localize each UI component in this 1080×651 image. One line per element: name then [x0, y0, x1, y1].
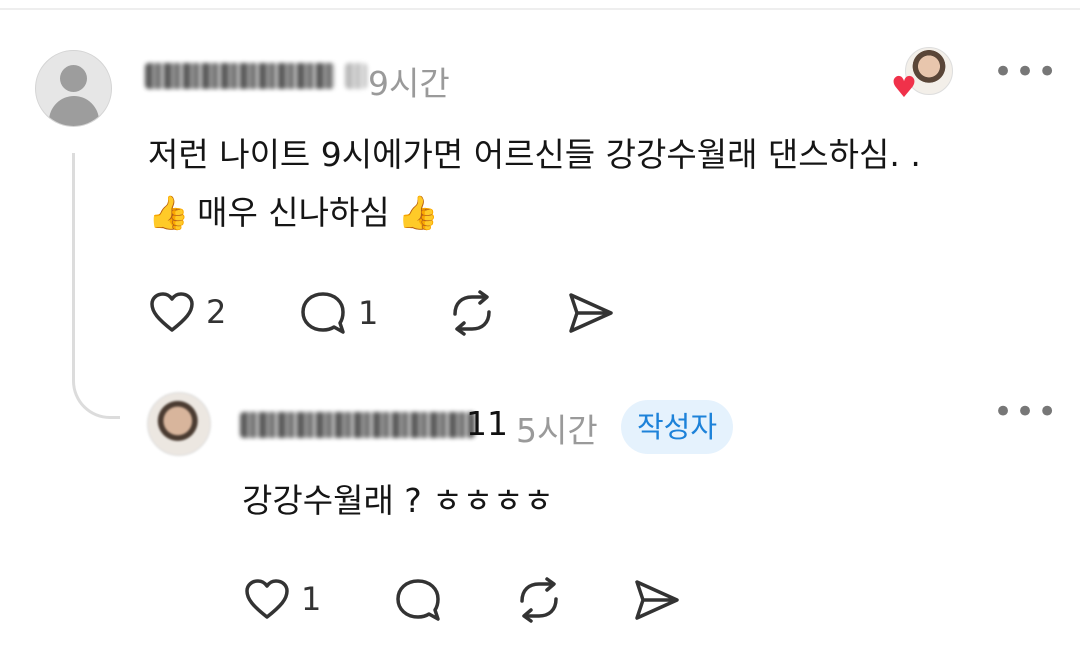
- repost-icon: [453, 290, 491, 336]
- comment-reply-count: 1: [358, 294, 379, 332]
- reply-username-blurred[interactable]: [240, 412, 475, 438]
- reply-reply-button[interactable]: [393, 577, 443, 627]
- heart-icon: [245, 579, 289, 619]
- reply-time: 5시간: [516, 411, 598, 450]
- comment-like-count: 2: [206, 293, 227, 331]
- comment-repost-button[interactable]: [446, 290, 498, 340]
- reply-share-button[interactable]: [632, 577, 682, 627]
- comment-more-icon[interactable]: •••: [993, 55, 1059, 89]
- default-avatar-shoulders: [49, 96, 99, 126]
- reply-like-count: 1: [301, 580, 322, 618]
- reply-like-button[interactable]: 1: [243, 577, 321, 621]
- comment-share-button[interactable]: [566, 290, 616, 340]
- comment-like-button[interactable]: 2: [148, 290, 226, 334]
- send-icon: [635, 580, 679, 620]
- send-icon: [569, 293, 613, 333]
- reply-author-avatar[interactable]: [147, 392, 211, 456]
- time-digit-blurred: [345, 63, 367, 89]
- reply-username-suffix[interactable]: 11: [466, 404, 508, 443]
- speech-bubble-icon: [396, 579, 440, 621]
- default-avatar-head: [60, 65, 87, 92]
- comment-text-line2: 매우 신나하심: [197, 193, 390, 232]
- thumbs-up-icon: 👍: [397, 193, 439, 232]
- commenter-username-blurred[interactable]: [145, 63, 335, 89]
- heart-icon: [150, 292, 194, 332]
- comment-time: 9시간: [368, 64, 450, 103]
- comment-text-line2-row: 👍 매우 신나하심 👍: [148, 186, 439, 240]
- repost-icon: [520, 577, 558, 623]
- thread-connector-line: [72, 153, 120, 419]
- reply-more-icon[interactable]: •••: [993, 395, 1059, 429]
- reply-text: 강강수월래 ? ㅎㅎㅎㅎ: [242, 481, 554, 520]
- speech-bubble-icon: [301, 292, 345, 334]
- top-divider: [0, 0, 1080, 10]
- thumbs-up-icon: 👍: [148, 193, 190, 232]
- commenter-avatar[interactable]: [35, 50, 112, 127]
- author-badge: 작성자: [621, 400, 734, 454]
- comment-reply-button[interactable]: 1: [298, 290, 378, 336]
- comment-text-line1: 저런 나이트 9시에가면 어르신들 강강수월래 댄스하심. .: [148, 135, 921, 174]
- author-heart-icon: ♥: [891, 70, 917, 104]
- reply-repost-button[interactable]: [513, 577, 565, 627]
